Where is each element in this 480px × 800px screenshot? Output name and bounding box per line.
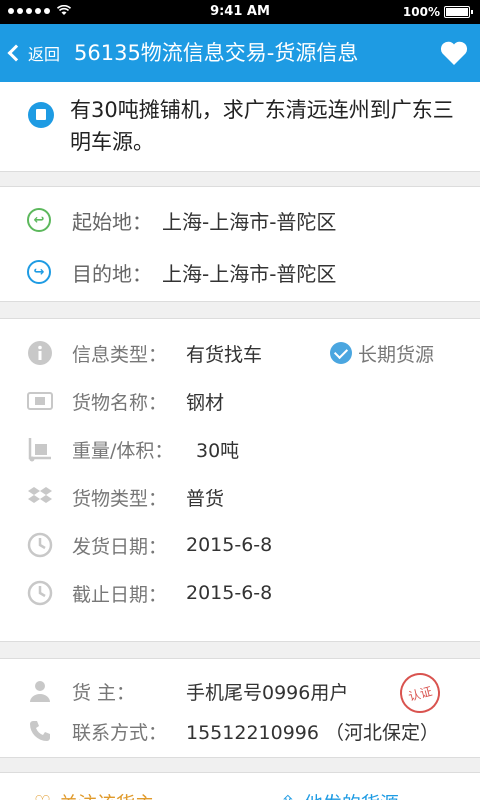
goods-tag-icon [27, 388, 53, 414]
long-term-badge: 长期货源 [330, 340, 434, 367]
owner-label: 货 主： [72, 681, 136, 704]
phone-label: 联系方式： [72, 721, 168, 744]
destination-value: 上海-上海市-普陀区 [162, 261, 337, 286]
goods-name-row: 货物名称： 钢材 [0, 377, 480, 425]
phone-value[interactable]: 15512210996 （河北保定） [186, 718, 439, 745]
battery-percent: 100% [402, 5, 440, 19]
long-term-label: 长期货源 [358, 343, 435, 366]
nav-bar: 返回 56135物流信息交易-货源信息 [0, 24, 480, 82]
goods-name-value: 钢材 [186, 391, 225, 414]
back-button[interactable]: 返回 [7, 24, 61, 82]
headline-card: 有30吨摊铺机，求广东清远连州到广东三明车源。 [0, 82, 480, 172]
owner-listings-label: 他发的货源 [304, 789, 399, 800]
heart-icon [440, 41, 468, 65]
user-icon [27, 678, 53, 704]
check-circle-icon [330, 342, 352, 364]
weight-row: 重量/体积： 30吨 [0, 425, 480, 473]
weight-value: 30吨 [196, 439, 240, 462]
cargo-box-icon [28, 102, 54, 128]
clock-icon [27, 580, 53, 606]
details-card: 信息类型： 有货找车 长期货源 货物名称： 钢材 重量/体积： 30吨 货物类型… [0, 318, 480, 642]
deadline-value: 2015-6-8 [186, 582, 273, 604]
boxes-icon [27, 484, 53, 510]
phone-row[interactable]: 联系方式： 15512210996 （河北保定） [0, 707, 480, 755]
hand-truck-icon [27, 436, 53, 462]
deadline-row: 截止日期： 2015-6-8 [0, 569, 480, 617]
truck-icon: ⇪ [280, 792, 296, 800]
heart-icon: ♡ [34, 792, 51, 800]
battery-icon [444, 6, 473, 18]
phone-icon [27, 718, 53, 744]
route-card: ↩ 起始地： 上海-上海市-普陀区 ↪ 目的地： 上海-上海市-普陀区 [0, 186, 480, 302]
follow-owner-button[interactable]: ♡ 关注该货主 [34, 789, 154, 800]
contact-card: 货 主： 手机尾号0996用户 认证 联系方式： 15512210996 （河北… [0, 658, 480, 758]
destination-row: ↪ 目的地： 上海-上海市-普陀区 [0, 245, 480, 299]
owner-value: 手机尾号0996用户 [186, 681, 349, 704]
follow-owner-label: 关注该货主 [59, 789, 154, 800]
owner-listings-button[interactable]: ⇪ 他发的货源 [280, 789, 399, 800]
goods-type-label: 货物类型： [72, 487, 168, 510]
goods-type-value: 普货 [186, 487, 225, 510]
origin-value: 上海-上海市-普陀区 [162, 209, 337, 234]
deadline-label: 截止日期： [72, 583, 168, 606]
back-label: 返回 [28, 45, 61, 64]
info-type-label: 信息类型： [72, 343, 168, 366]
info-icon [27, 340, 53, 366]
origin-icon: ↩ [27, 208, 51, 232]
clock-icon [27, 532, 53, 558]
ship-date-row: 发货日期： 2015-6-8 [0, 521, 480, 569]
info-type-row: 信息类型： 有货找车 长期货源 [0, 329, 480, 377]
destination-icon: ↪ [27, 260, 51, 284]
headline-text: 有30吨摊铺机，求广东清远连州到广东三明车源。 [70, 98, 454, 154]
goods-type-row: 货物类型： 普货 [0, 473, 480, 521]
destination-label: 目的地： [72, 261, 152, 286]
status-bar: 9:41 AM 100% [0, 0, 480, 24]
favorite-button[interactable] [440, 40, 468, 66]
origin-row: ↩ 起始地： 上海-上海市-普陀区 [0, 193, 480, 247]
page-title: 56135物流信息交易-货源信息 [74, 41, 359, 65]
chevron-left-icon [7, 44, 25, 62]
ship-date-label: 发货日期： [72, 535, 168, 558]
info-type-value: 有货找车 [186, 343, 263, 366]
origin-label: 起始地： [72, 209, 152, 234]
weight-label: 重量/体积： [72, 439, 174, 462]
ship-date-value: 2015-6-8 [186, 534, 273, 556]
bottom-action-bar: ♡ 关注该货主 ⇪ 他发的货源 [0, 772, 480, 800]
goods-name-label: 货物名称： [72, 391, 168, 414]
